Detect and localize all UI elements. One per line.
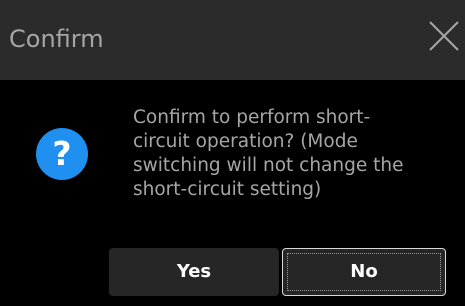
dialog-title-bar: Confirm <box>0 0 465 80</box>
dialog-title: Confirm <box>9 25 104 53</box>
message-line: Confirm to perform short- <box>133 107 371 128</box>
yes-button-label: Yes <box>176 261 212 282</box>
question-icon: ? <box>36 128 88 180</box>
close-button[interactable] <box>426 18 462 54</box>
question-mark: ? <box>52 134 72 173</box>
no-button-label: No <box>350 261 378 282</box>
confirmation-message: Confirm to perform short- circuit operat… <box>133 106 453 202</box>
confirm-dialog: Confirm ? Confirm to perform short- circ… <box>0 0 465 306</box>
yes-button[interactable]: Yes <box>109 248 279 296</box>
close-icon <box>429 21 459 51</box>
message-line: switching will not change the <box>133 155 404 176</box>
no-button[interactable]: No <box>282 248 446 296</box>
message-line: short-circuit setting) <box>133 179 322 200</box>
message-line: circuit operation? (Mode <box>133 131 358 152</box>
